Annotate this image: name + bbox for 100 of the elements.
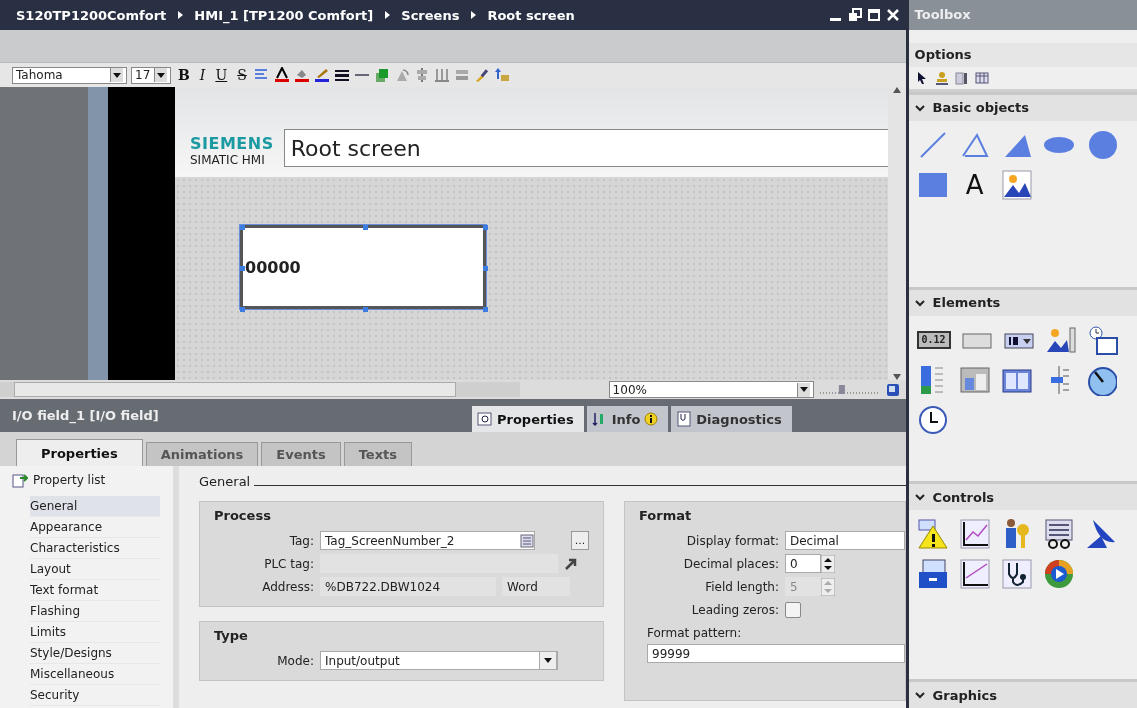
date-time-tool-icon[interactable] [1086,323,1119,356]
section-title: General [199,474,251,489]
field-label: Format pattern: [647,625,742,640]
card-box-tool-icon[interactable] [916,558,949,591]
arrow-icon[interactable] [564,556,578,571]
layer-icon[interactable] [493,67,510,83]
property-list-item[interactable]: Layout [30,559,160,580]
horizontal-scrollbar[interactable] [0,382,520,397]
field-label: Field length: [704,579,779,594]
property-list-item[interactable]: Style/Designs [30,643,160,664]
table-glasses-tool-icon[interactable] [1042,518,1075,551]
table-icon[interactable] [974,70,989,85]
dropdown-arrow-icon[interactable] [113,72,121,78]
inspector-tab[interactable]: Info [586,406,669,432]
spinner-field[interactable]: 0 [785,554,821,573]
section-header[interactable]: Elements [932,295,1001,311]
property-list-icon [12,472,28,488]
navigate-icon[interactable] [885,382,900,397]
property-tab[interactable]: Events [261,442,341,466]
data-type-field: Word [502,577,570,596]
property-list-item[interactable]: Flashing [30,601,160,622]
breadcrumb-item[interactable]: Root screen [487,7,575,23]
field-label: Mode: [276,653,314,668]
chevron-icon[interactable] [914,297,925,308]
breadcrumb-arrow-icon [176,11,185,19]
field-label: Decimal places: [682,556,779,571]
field-label: Address: [261,579,314,594]
chevron-icon[interactable] [914,102,925,113]
property-list-item[interactable]: Miscellaneous [30,664,160,685]
field-label: PLC tag: [263,556,314,571]
inspector-title: I/O field_1 [I/O field] [11,408,160,426]
browse-button[interactable]: ... [571,531,589,550]
stamp-icon[interactable] [934,70,949,85]
dropdown-arrow-icon[interactable] [799,387,808,392]
property-tab[interactable]: Animations [145,442,259,466]
toolbox-title: Toolbox [914,7,971,23]
zoom-slider[interactable] [819,383,880,396]
field-label: Display format: [685,533,779,548]
chevron-icon[interactable] [914,690,925,700]
format-button[interactable]: U [212,67,231,83]
media-player-tool-icon[interactable] [1042,558,1075,591]
dropdown-arrow-icon[interactable] [544,658,552,663]
property-list-item[interactable]: Limits [30,622,160,643]
field-label: Tag: [288,533,314,548]
text-tool[interactable]: A [958,168,991,201]
line-color-icon[interactable] [313,67,330,83]
restore-icon[interactable] [847,8,862,22]
io-field[interactable]: 00000 [240,225,486,309]
close-icon[interactable] [885,8,900,22]
inspector-tab[interactable]: Diagnostics [671,406,792,432]
trend-view-tool-icon[interactable] [958,518,991,551]
magnifier-icon [477,411,493,427]
xy-plot-tool-icon[interactable] [958,558,991,591]
maximize-icon[interactable] [866,8,881,22]
zoom-field[interactable]: 100% [608,381,814,398]
stethoscope-tool-icon[interactable] [1000,558,1033,591]
product-label: SIMATIC HMI [190,153,266,167]
font-field[interactable]: Tahoma [12,66,127,84]
options-title: Options [914,47,972,63]
spinner-arrows-icon[interactable] [821,554,835,573]
screen-title: Root screen [283,129,888,167]
chevron-icon[interactable] [914,492,925,503]
property-list-item[interactable]: Appearance [30,517,160,538]
io-field-tool[interactable]: 0.12 [916,330,951,349]
breadcrumb-item[interactable]: HMI_1 [TP1200 Comfort] [194,7,374,23]
bring-front-icon[interactable] [373,67,390,83]
alarm-view-tool-icon[interactable] [916,518,949,551]
font-color-icon[interactable] [273,67,290,83]
distribute-icon[interactable] [433,67,450,83]
property-list-item[interactable]: Characteristics [30,538,160,559]
property-list-item[interactable]: Text format [30,580,160,601]
group-title: Format [639,508,693,523]
tag-field[interactable]: Tag_ScreenNumber_2 [320,531,535,550]
property-list-item[interactable]: Security [30,685,160,706]
list-icon[interactable] [520,533,534,548]
clock-tool-icon[interactable] [916,403,949,436]
format-button[interactable]: B [175,67,193,83]
picture-tool-icon[interactable] [1000,168,1033,201]
section-header[interactable]: Controls [932,489,995,505]
format-button[interactable]: I [196,67,209,83]
group-title: Type [214,628,249,643]
group-title: Process [214,508,272,523]
font-size-field[interactable]: 17 [131,66,171,84]
display-format-dropdown[interactable]: Decimal [785,531,905,550]
line-width-icon[interactable] [333,67,350,83]
property-tab[interactable]: Texts [343,442,412,466]
format-pattern-field[interactable]: 99999 [647,644,905,663]
format-button[interactable]: S [234,67,250,83]
checkbox[interactable] [785,601,801,618]
breadcrumb-item[interactable]: Screens [401,7,460,23]
property-list-title[interactable]: Property list [33,473,106,487]
mode-dropdown[interactable]: Input/output [320,651,558,670]
breadcrumb-item[interactable]: S120TP1200Comfort [16,7,167,23]
breadcrumb-arrow-icon [469,11,478,19]
info-icon [644,412,659,426]
inspector-tab[interactable]: Properties [472,406,584,432]
section-header[interactable]: Graphics [932,687,997,703]
dropdown-arrow-icon[interactable] [157,72,165,78]
property-list-item[interactable]: General [30,496,160,517]
property-tab[interactable]: Properties [16,439,143,466]
